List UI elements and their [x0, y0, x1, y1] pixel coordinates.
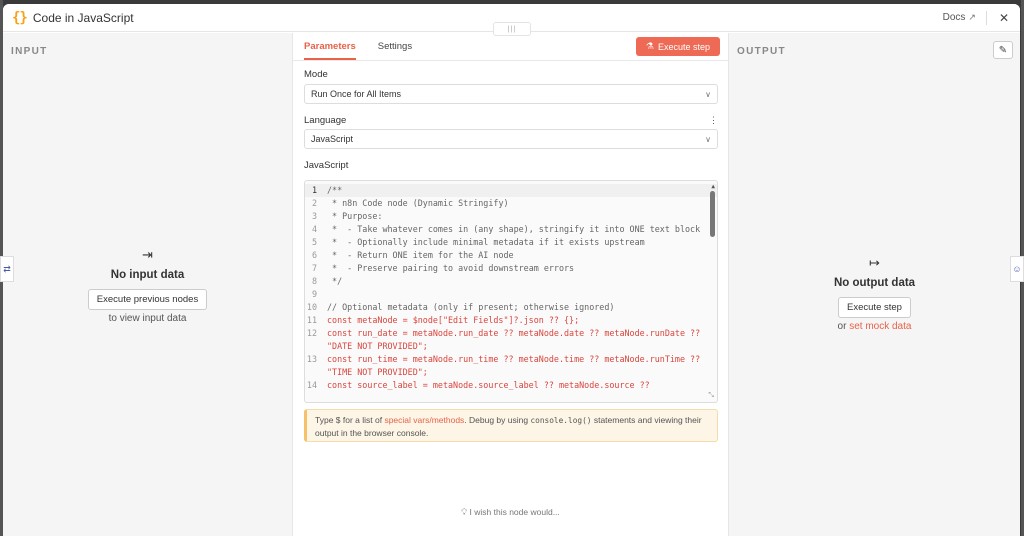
node-title[interactable]: Code in JavaScript — [33, 11, 134, 25]
parameters-tabs: Parameters Settings ⚗ Execute step — [293, 33, 728, 61]
tab-settings[interactable]: Settings — [378, 41, 412, 60]
code-line: 12 const run_date = metaNode.run_date ?? … — [306, 328, 706, 351]
input-empty-subtext: to view input data — [108, 313, 187, 324]
scroll-up-icon[interactable]: ▲ — [711, 183, 715, 190]
close-icon[interactable]: ✕ — [997, 11, 1011, 25]
output-execute-step-button[interactable]: Execute step — [838, 297, 911, 318]
code-line: 11 const metaNode = $node["Edit Fields"]?… — [306, 315, 580, 325]
docs-link[interactable]: Docs ↗ — [943, 12, 976, 23]
output-empty-subtext: or set mock data — [729, 321, 1020, 332]
mode-value: Run Once for All Items — [311, 89, 402, 99]
execute-previous-nodes-button[interactable]: Execute previous nodes — [87, 289, 208, 310]
mode-select[interactable]: Run Once for All Items ∨ — [304, 84, 718, 104]
external-link-icon: ↗ — [968, 12, 976, 22]
code-hint-callout: Type $ for a list of special vars/method… — [304, 409, 718, 442]
panel-drag-handle[interactable]: ||| — [493, 22, 531, 36]
lightbulb-icon: 💡︎ — [461, 507, 468, 517]
code-line: 4 * - Take whatever comes in (any shape)… — [311, 224, 701, 234]
code-line: 5 * - Optionally include minimal metadat… — [311, 237, 645, 247]
output-empty-title: No output data — [833, 277, 916, 289]
code-line: 10// Optional metadata (only if present;… — [306, 302, 615, 312]
code-line: 8 */ — [311, 276, 343, 286]
hint-code: console.log() — [530, 416, 592, 425]
output-panel: OUTPUT ✎ ↦ No output data Execute step o… — [728, 33, 1020, 536]
input-side-toggle-icon[interactable]: ⇄ — [0, 256, 14, 282]
hint-mid: . Debug by using — [464, 415, 531, 425]
chevron-down-icon: ∨ — [705, 134, 711, 144]
code-line: 1/** — [305, 184, 717, 197]
parameters-panel: Parameters Settings ⚗ Execute step Mode … — [292, 33, 728, 536]
code-editor[interactable]: 1/** 2 * n8n Code node (Dynamic Stringif… — [304, 180, 718, 403]
or-text: or — [837, 321, 847, 332]
code-label: JavaScript — [304, 160, 349, 171]
input-empty-title: No input data — [110, 269, 185, 281]
arrow-to-line-icon: ⇥ — [142, 247, 153, 262]
input-panel: INPUT ⇥ No input data Execute previous n… — [3, 33, 292, 536]
language-label: Language — [304, 115, 347, 126]
mode-label: Mode — [304, 69, 328, 80]
resize-handle-icon[interactable]: ⤡ — [708, 391, 714, 400]
code-line: 9 — [311, 289, 317, 299]
node-details-modal: {} Code in JavaScript Docs ↗ ✕ ||| INPUT… — [3, 4, 1020, 536]
flask-icon: ⚗ — [645, 41, 654, 51]
feedback-label: I wish this node would... — [469, 507, 560, 517]
header-divider — [985, 10, 987, 25]
chevron-down-icon: ∨ — [705, 89, 711, 99]
input-panel-label: INPUT — [11, 46, 48, 57]
code-line: 7 * - Preserve pairing to avoid downstre… — [311, 263, 575, 273]
set-mock-data-link[interactable]: set mock data — [849, 321, 911, 332]
code-line: 14 const source_label = metaNode.source_l… — [306, 380, 650, 390]
language-select[interactable]: JavaScript ∨ — [304, 129, 718, 149]
code-line: 2 * n8n Code node (Dynamic Stringify) — [311, 198, 509, 208]
options-icon[interactable]: ⋮ — [709, 115, 718, 126]
special-vars-link[interactable]: special vars/methods — [384, 415, 464, 425]
edit-output-icon[interactable]: ✎ — [993, 41, 1013, 59]
input-empty-state: ⇥ No input data Execute previous nodes t… — [3, 247, 292, 324]
output-panel-label: OUTPUT — [737, 46, 786, 57]
language-value: JavaScript — [311, 134, 354, 144]
docs-label: Docs — [942, 12, 966, 23]
arrow-right-to-line-icon: ↦ — [869, 255, 880, 270]
code-line: 13 const run_time = metaNode.run_time ?? … — [306, 354, 706, 377]
execute-step-button[interactable]: ⚗ Execute step — [635, 37, 720, 56]
editor-scrollbar[interactable] — [710, 191, 715, 237]
code-line: 3 * Purpose: — [311, 211, 383, 221]
code-node-icon: {} — [12, 9, 28, 26]
ai-assistant-icon[interactable]: ☺ — [1010, 256, 1024, 282]
hint-pre: Type $ for a list of — [315, 415, 385, 425]
code-line: 6 * - Return ONE item for the AI node — [311, 250, 514, 260]
feedback-link[interactable]: 💡︎ I wish this node would... — [293, 507, 728, 518]
execute-step-label: Execute step — [657, 41, 710, 52]
tab-parameters[interactable]: Parameters — [304, 41, 356, 60]
output-empty-state: ↦ No output data Execute step or set moc… — [729, 255, 1020, 332]
